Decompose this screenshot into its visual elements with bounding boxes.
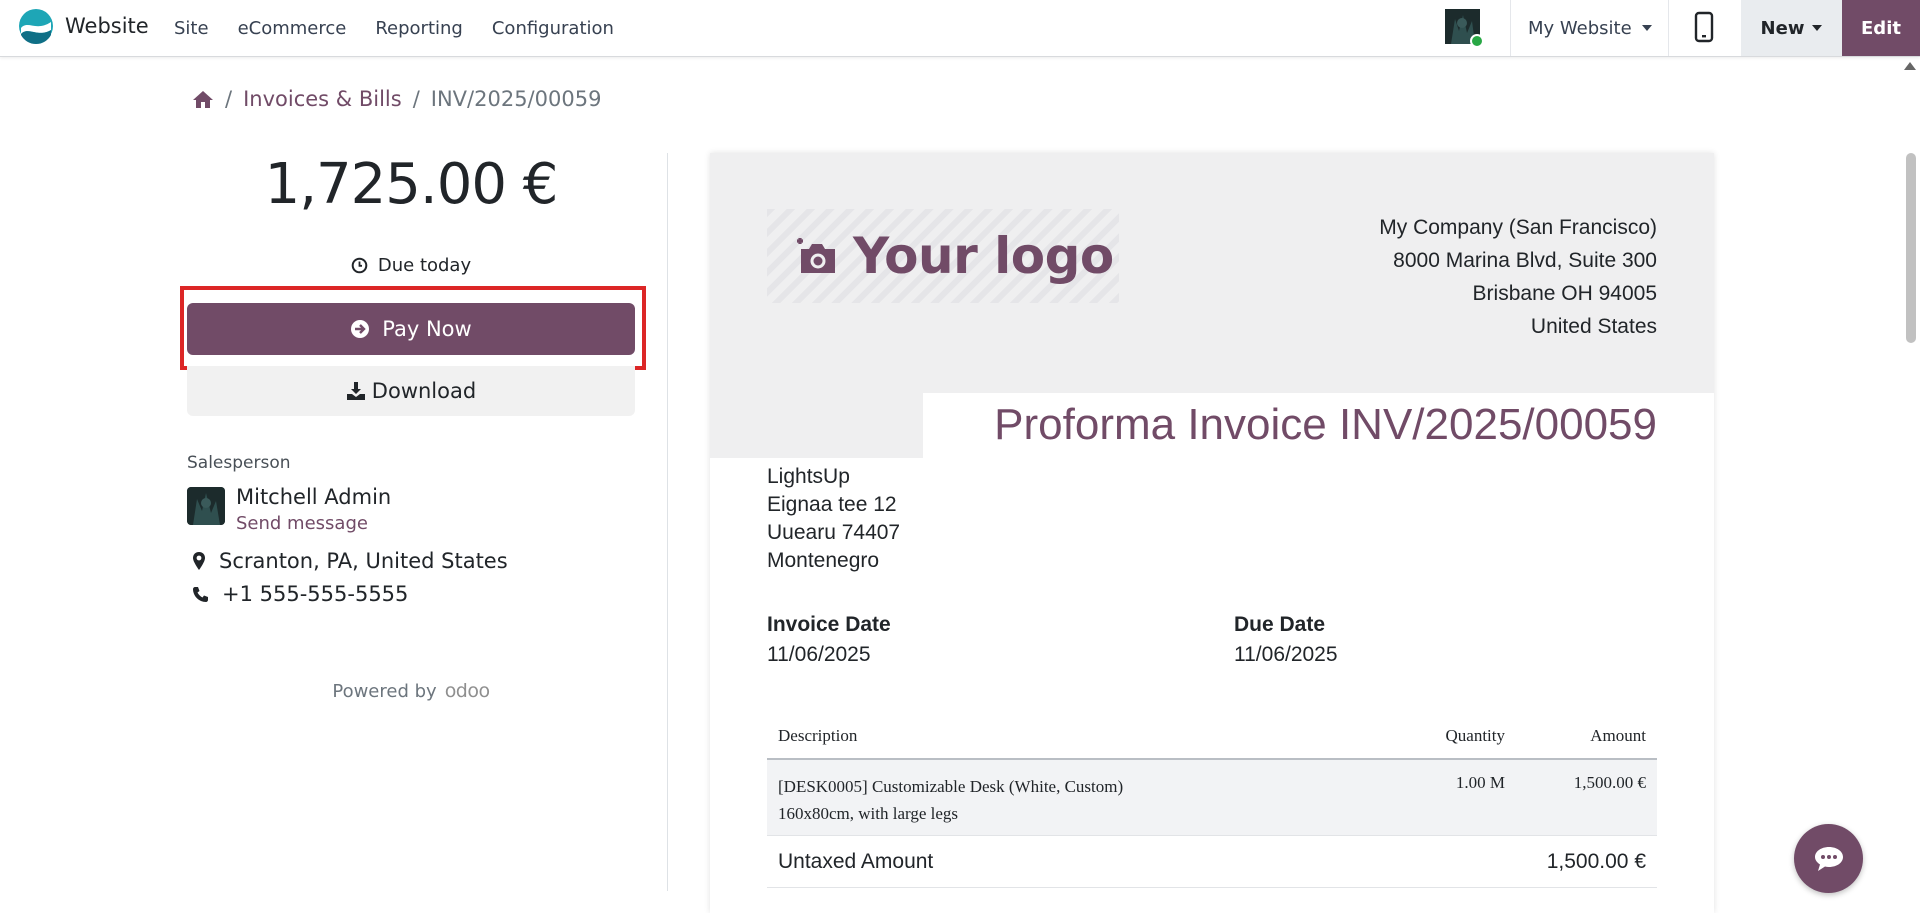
website-switcher[interactable]: My Website [1528, 0, 1652, 56]
invoice-date-block: Invoice Date 11/06/2025 [767, 613, 891, 667]
salesperson-phone: +1 555-555-5555 [192, 582, 408, 606]
invoice-date-value: 11/06/2025 [767, 643, 871, 666]
salesperson-name: Mitchell Admin [236, 485, 392, 509]
pay-now-label: Pay Now [382, 317, 472, 341]
untaxed-amount-label: Untaxed Amount [778, 850, 934, 873]
invoice-date-label: Invoice Date [767, 613, 891, 636]
invoice-preview: Your logo My Company (San Francisco) 800… [710, 153, 1714, 913]
company-address: My Company (San Francisco) 8000 Marina B… [1379, 211, 1657, 343]
column-description: Description [778, 726, 858, 745]
line-amount: 1,500.00 € [1573, 773, 1646, 792]
new-button-label: New [1760, 17, 1805, 39]
send-message-link[interactable]: Send message [236, 513, 368, 534]
invoice-title: Proforma Invoice INV/2025/00059 [994, 400, 1657, 449]
customer-address: LightsUp Eignaa tee 12 Uuearu 74407 Mont… [767, 463, 900, 575]
invoice-header-notch [710, 393, 923, 458]
customer-country: Montenegro [767, 549, 880, 572]
customer-street: Eignaa tee 12 [767, 493, 897, 516]
due-date-value: 11/06/2025 [1234, 643, 1338, 666]
top-navbar: Website Site eCommerce Reporting Configu… [0, 0, 1920, 57]
customer-name: LightsUp [767, 465, 850, 488]
download-button[interactable]: Download [187, 366, 635, 416]
due-date-label: Due Date [1234, 613, 1326, 636]
chevron-down-icon [1812, 25, 1823, 31]
untaxed-amount-row: Untaxed Amount 1,500.00 € [767, 836, 1657, 888]
phone-text: +1 555-555-5555 [222, 582, 409, 606]
line-quantity: 1.00 M [1455, 773, 1505, 792]
navbar-separator [1668, 0, 1669, 56]
line-description-main: [DESK0005] Customizable Desk (White, Cus… [778, 777, 1124, 796]
navbar-separator [1510, 0, 1511, 56]
arrow-circle-right-icon [351, 320, 370, 338]
column-quantity: Quantity [1445, 726, 1506, 745]
menu-configuration[interactable]: Configuration [492, 18, 614, 39]
app-name: Website [65, 14, 149, 38]
line-description: [DESK0005] Customizable Desk (White, Cus… [778, 773, 1123, 827]
table-header: Description Quantity Amount [767, 710, 1657, 760]
logo-text: Your logo [853, 227, 1114, 285]
table-row: [DESK0005] Customizable Desk (White, Cus… [767, 760, 1657, 836]
salesperson-avatar [187, 487, 225, 525]
chat-icon [1814, 846, 1843, 871]
app-brand[interactable]: Website [18, 8, 149, 44]
location-text: Scranton, PA, United States [219, 549, 508, 573]
download-label: Download [371, 379, 477, 403]
edit-button[interactable]: Edit [1842, 0, 1920, 56]
column-divider [667, 153, 668, 891]
phone-icon [193, 586, 208, 602]
website-switcher-label: My Website [1528, 17, 1632, 39]
line-description-detail: 160x80cm, with large legs [778, 804, 959, 823]
new-content-button[interactable]: New [1741, 0, 1842, 56]
top-menu: Site eCommerce Reporting Configuration [174, 0, 643, 56]
company-street: 8000 Marina Blvd, Suite 300 [1393, 249, 1657, 272]
due-date-block: Due Date 11/06/2025 [1234, 613, 1338, 667]
due-status: Due today [187, 255, 635, 276]
user-avatar[interactable] [1445, 9, 1484, 48]
odoo-logo: odoo [444, 680, 490, 702]
breadcrumb-invoices-link[interactable]: Invoices & Bills [243, 87, 402, 111]
download-icon [346, 382, 365, 400]
powered-by-text: Powered by [332, 680, 437, 702]
scrollbar-thumb[interactable] [1906, 153, 1916, 343]
column-amount: Amount [1590, 726, 1646, 745]
breadcrumb-current: INV/2025/00059 [430, 87, 602, 111]
home-icon[interactable] [192, 89, 214, 109]
chevron-down-icon [1641, 25, 1652, 31]
salesperson-label: Salesperson [187, 453, 291, 473]
company-name: My Company (San Francisco) [1379, 216, 1657, 239]
invoice-amount: 1,725.00 € [264, 152, 559, 217]
salesperson-location: Scranton, PA, United States [192, 549, 508, 573]
company-logo-placeholder: Your logo [767, 209, 1119, 303]
online-status-dot [1470, 34, 1484, 48]
map-marker-icon [193, 552, 205, 570]
untaxed-amount-value: 1,500.00 € [1546, 850, 1646, 873]
mobile-preview-icon[interactable] [1692, 9, 1716, 45]
livechat-button[interactable] [1794, 824, 1863, 893]
due-text: Due today [377, 255, 472, 276]
menu-ecommerce[interactable]: eCommerce [238, 18, 347, 39]
invoice-header-slant [923, 393, 978, 423]
website-app-icon [19, 9, 53, 44]
powered-by[interactable]: Powered by odoo [187, 680, 635, 702]
scroll-up-arrow[interactable] [1904, 62, 1916, 70]
company-city: Brisbane OH 94005 [1472, 282, 1657, 305]
breadcrumb-separator: / [412, 87, 420, 111]
clock-icon [351, 257, 368, 274]
menu-reporting[interactable]: Reporting [375, 18, 463, 39]
customer-city: Uuearu 74407 [767, 521, 901, 544]
pay-now-button[interactable]: Pay Now [187, 303, 635, 355]
invoice-lines-table: Description Quantity Amount [DESK0005] C… [767, 710, 1657, 888]
breadcrumb-separator: / [225, 87, 233, 111]
company-country: United States [1530, 315, 1657, 338]
menu-site[interactable]: Site [174, 18, 209, 39]
breadcrumb: / Invoices & Bills / INV/2025/00059 [192, 86, 601, 112]
camera-plus-icon [797, 238, 835, 273]
